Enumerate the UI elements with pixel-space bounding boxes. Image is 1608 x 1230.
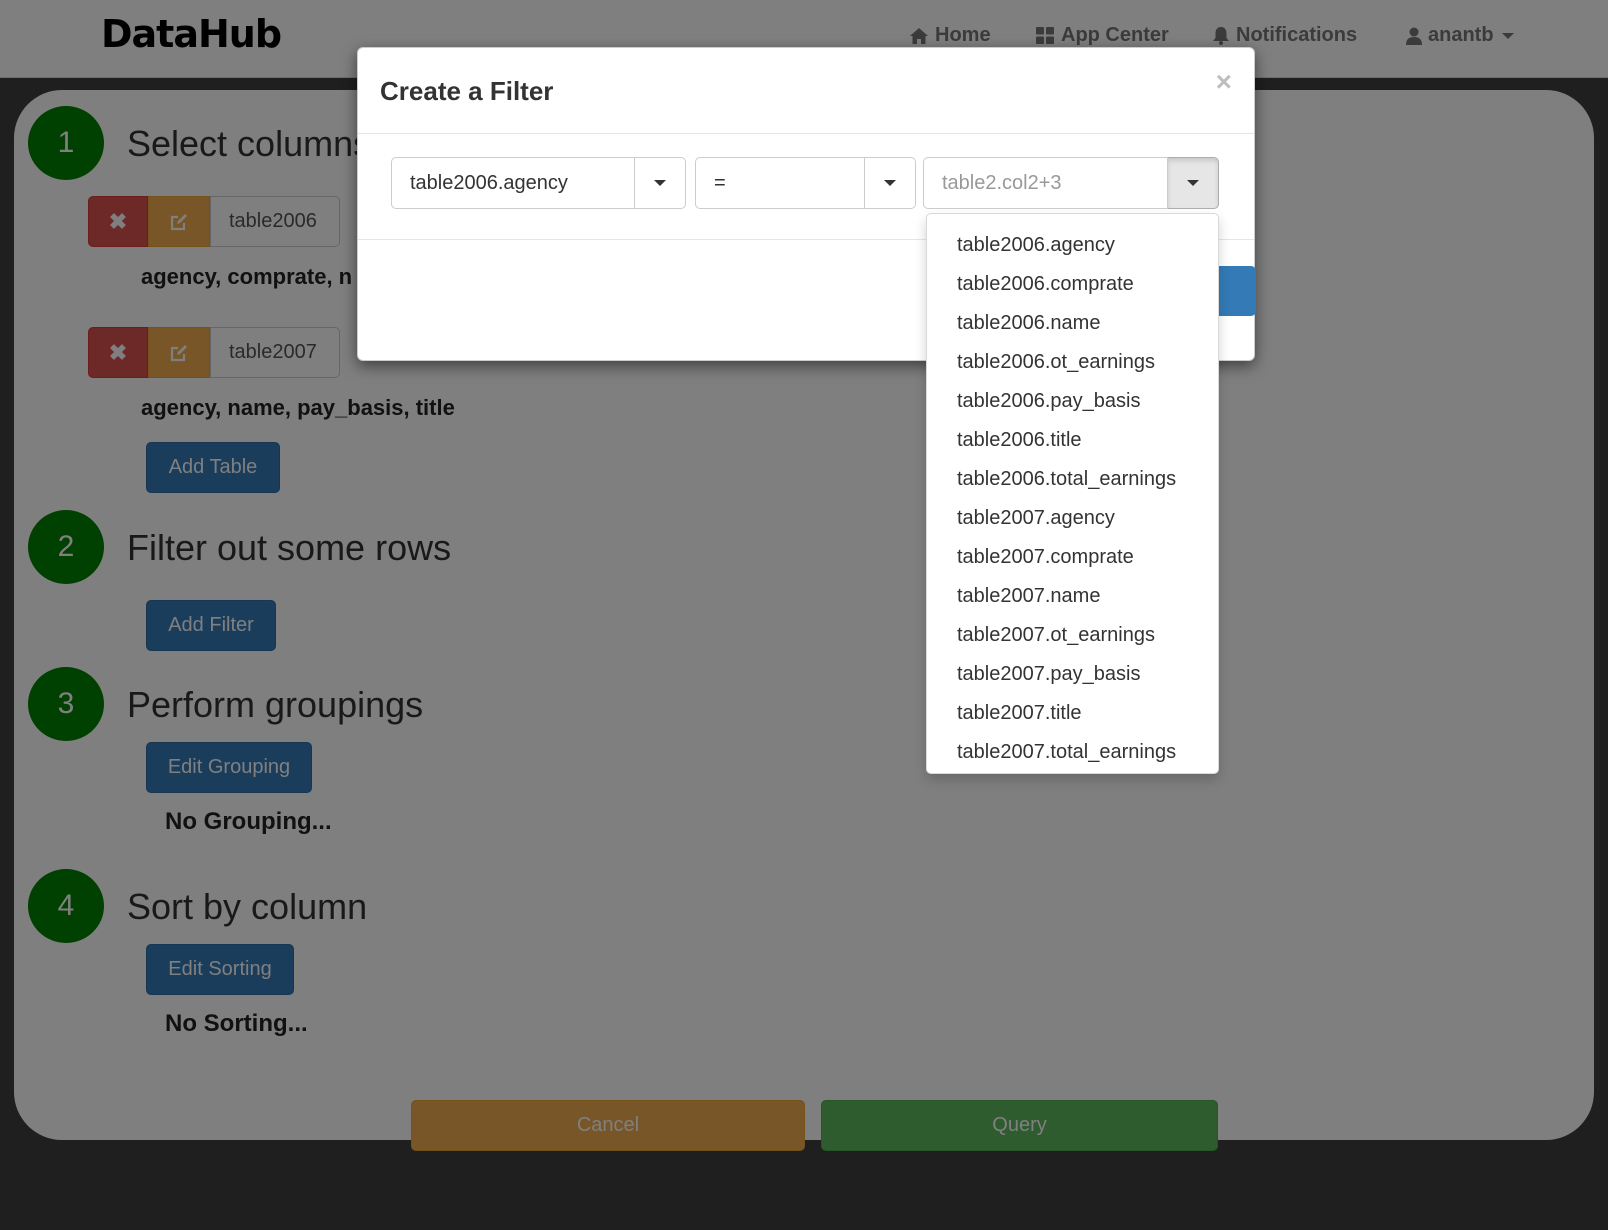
filter-right-dropdown-button[interactable]	[1168, 157, 1219, 209]
dropdown-item[interactable]: table2006.ot_earnings	[927, 343, 1218, 382]
filter-left-input[interactable]: table2006.agency	[391, 157, 635, 209]
dropdown-item[interactable]: table2006.name	[927, 304, 1218, 343]
dropdown-item[interactable]: table2007.comprate	[927, 538, 1218, 577]
dropdown-item[interactable]: table2007.name	[927, 577, 1218, 616]
caret-down-icon	[884, 180, 896, 186]
dropdown-item[interactable]: table2006.total_earnings	[927, 460, 1218, 499]
dropdown-item[interactable]: table2007.title	[927, 694, 1218, 733]
dropdown-item[interactable]: table2006.pay_basis	[927, 382, 1218, 421]
filter-operator-input[interactable]: =	[695, 157, 865, 209]
filter-operator-dropdown-button[interactable]	[865, 157, 916, 209]
close-icon[interactable]: ×	[1216, 66, 1232, 98]
dropdown-item[interactable]: table2007.ot_earnings	[927, 616, 1218, 655]
dropdown-item[interactable]: table2006.title	[927, 421, 1218, 460]
modal-save-button[interactable]	[1214, 266, 1256, 316]
filter-operator-combo: =	[695, 157, 916, 209]
caret-down-icon	[654, 180, 666, 186]
filter-left-combo: table2006.agency	[391, 157, 686, 209]
filter-right-input[interactable]: table2.col2+3	[923, 157, 1168, 209]
caret-down-icon	[1187, 180, 1199, 186]
dropdown-item[interactable]: table2006.comprate	[927, 265, 1218, 304]
dropdown-item[interactable]: table2007.total_earnings	[927, 733, 1218, 772]
modal-header: Create a Filter ×	[358, 48, 1254, 134]
dropdown-item[interactable]: table2007.pay_basis	[927, 655, 1218, 694]
filter-right-combo: table2.col2+3	[923, 157, 1219, 209]
column-dropdown-menu: table2006.agency table2006.comprate tabl…	[926, 213, 1219, 774]
dropdown-item[interactable]: table2007.agency	[927, 499, 1218, 538]
modal-title: Create a Filter	[380, 76, 554, 106]
filter-left-dropdown-button[interactable]	[635, 157, 686, 209]
dropdown-item[interactable]: table2006.agency	[927, 226, 1218, 265]
